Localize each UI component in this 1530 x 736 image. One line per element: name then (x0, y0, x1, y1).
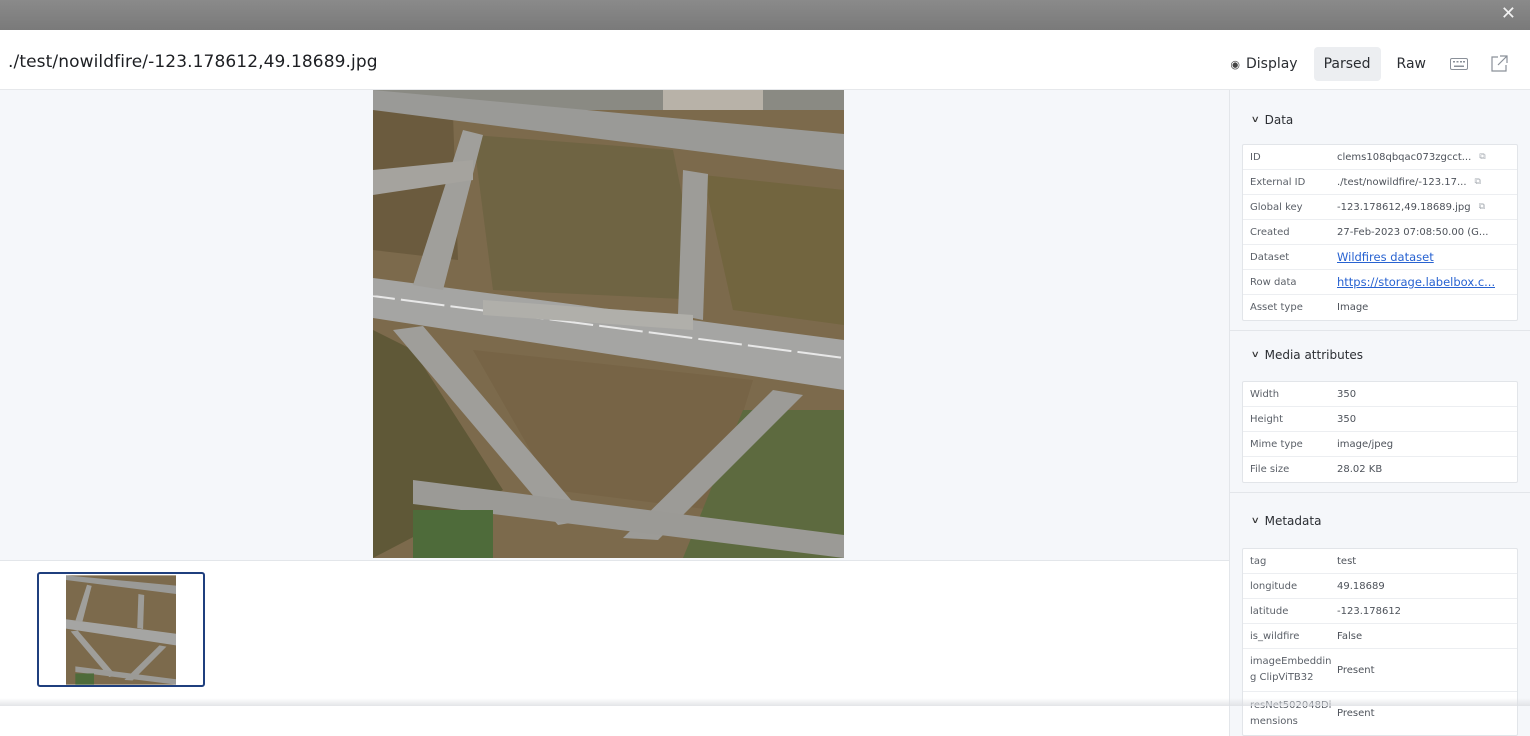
row-key: Global key (1250, 201, 1303, 213)
table-row: Mime type image/jpeg (1243, 432, 1517, 457)
table-row: Created 27-Feb-2023 07:08:50.00 (G... (1243, 220, 1517, 245)
row-key: Mime type (1250, 438, 1303, 450)
table-row: ID clems108qbqac073zgcct... ⧉ (1243, 145, 1517, 170)
table-row: External ID ./test/nowildfire/-123.17...… (1243, 170, 1517, 195)
table-row: imageEmbedding ClipViTB32 Present (1243, 649, 1517, 692)
tab-raw[interactable]: Raw (1387, 47, 1436, 81)
keyboard-icon[interactable] (1442, 47, 1476, 81)
section-divider (1230, 492, 1530, 493)
row-key: Asset type (1250, 302, 1303, 313)
row-key: latitude (1250, 605, 1289, 617)
table-row: longitude 49.18689 (1243, 574, 1517, 599)
modal-header: ./test/nowildfire/-123.178612,49.18689.j… (0, 30, 1530, 90)
row-value: 27-Feb-2023 07:08:50.00 (G... (1337, 226, 1489, 238)
tab-parsed-label: Parsed (1323, 56, 1371, 72)
copy-icon[interactable]: ⧉ (1475, 177, 1481, 187)
row-value: clems108qbqac073zgcct... (1337, 151, 1472, 163)
table-row: File size 28.02 KB (1243, 457, 1517, 482)
row-value: -123.178612,49.18689.jpg (1337, 201, 1471, 213)
row-key: tag (1250, 555, 1267, 567)
section-media-title: Media attributes (1264, 348, 1364, 362)
thumbnail-strip (0, 562, 1229, 736)
tab-raw-label: Raw (1396, 56, 1426, 72)
dataset-link[interactable]: Wildfires dataset (1337, 250, 1434, 264)
eye-icon: ◉ (1230, 57, 1240, 71)
table-row: tag test (1243, 549, 1517, 574)
row-value: 49.18689 (1337, 580, 1385, 592)
section-data-title: Data (1264, 113, 1294, 127)
section-data-header[interactable]: ∨ Data (1230, 103, 1530, 137)
row-key: Dataset (1250, 251, 1290, 263)
metadata-table: tag test longitude 49.18689 latitude -12… (1242, 548, 1518, 736)
row-value: 350 (1337, 388, 1357, 400)
row-value: image/jpeg (1337, 438, 1394, 450)
row-key: longitude (1250, 580, 1298, 592)
media-viewer-area (0, 90, 1229, 736)
copy-icon[interactable]: ⧉ (1479, 202, 1485, 212)
row-value: False (1337, 630, 1363, 642)
row-value: Present (1337, 708, 1375, 719)
section-divider (1230, 330, 1530, 331)
row-key: External ID (1250, 176, 1306, 188)
section-media-header[interactable]: ∨ Media attributes (1230, 338, 1530, 372)
table-row: Width 350 (1243, 382, 1517, 407)
row-key: File size (1250, 464, 1290, 475)
row-value: ./test/nowildfire/-123.17... (1337, 176, 1467, 188)
close-icon[interactable]: ✕ (1501, 4, 1516, 24)
bottom-scroll-shadow (0, 698, 1530, 706)
table-row: Row data https://storage.labelbox.c... (1243, 270, 1517, 295)
chevron-down-icon: ∨ (1250, 516, 1260, 526)
image-viewer[interactable] (0, 90, 1229, 561)
open-external-icon[interactable] (1482, 47, 1516, 81)
table-row: Height 350 (1243, 407, 1517, 432)
data-table: ID clems108qbqac073zgcct... ⧉ External ID… (1242, 144, 1518, 321)
media-table: Width 350 Height 350 Mime type image/jpe… (1242, 381, 1518, 483)
section-metadata-title: Metadata (1264, 514, 1322, 528)
table-row: Asset type Image (1243, 295, 1517, 320)
table-row: latitude -123.178612 (1243, 599, 1517, 624)
backdrop-bar: ✕ (0, 0, 1530, 30)
row-value: -123.178612 (1337, 605, 1402, 617)
row-value: 350 (1337, 413, 1357, 425)
copy-icon[interactable]: ⧉ (1479, 152, 1485, 162)
row-value: 28.02 KB (1337, 464, 1383, 475)
tab-display[interactable]: ◉ Display (1220, 47, 1307, 81)
row-key: Height (1250, 413, 1284, 425)
row-key: Row data (1250, 276, 1297, 288)
tab-parsed[interactable]: Parsed (1313, 47, 1381, 81)
chevron-down-icon: ∨ (1250, 350, 1260, 360)
view-mode-tabs: ◉ Display Parsed Raw (1220, 47, 1516, 81)
row-key: imageEmbedding ClipViTB32 (1250, 656, 1332, 683)
chevron-down-icon: ∨ (1250, 115, 1260, 125)
row-data-link[interactable]: https://storage.labelbox.c... (1337, 275, 1495, 289)
thumbnail-image (66, 575, 176, 685)
tab-display-label: Display (1245, 56, 1298, 72)
table-row: Global key -123.178612,49.18689.jpg ⧉ (1243, 195, 1517, 220)
aerial-image (373, 90, 844, 558)
row-value: Image (1337, 302, 1369, 313)
table-row: Dataset Wildfires dataset (1243, 245, 1517, 270)
row-value: Present (1337, 664, 1375, 676)
details-panel: ∨ Data ID clems108qbqac073zgcct... ⧉ Exte… (1229, 90, 1530, 736)
row-value: test (1337, 555, 1357, 567)
data-row-modal: ./test/nowildfire/-123.178612,49.18689.j… (0, 30, 1530, 736)
row-key: Created (1250, 226, 1290, 238)
table-row: is_wildfire False (1243, 624, 1517, 649)
row-key: is_wildfire (1250, 630, 1300, 642)
row-key: Width (1250, 388, 1280, 400)
section-metadata-header[interactable]: ∨ Metadata (1230, 504, 1530, 538)
page-title: ./test/nowildfire/-123.178612,49.18689.j… (8, 52, 378, 72)
row-key: ID (1250, 151, 1261, 163)
thumbnail-selected[interactable] (37, 572, 205, 687)
